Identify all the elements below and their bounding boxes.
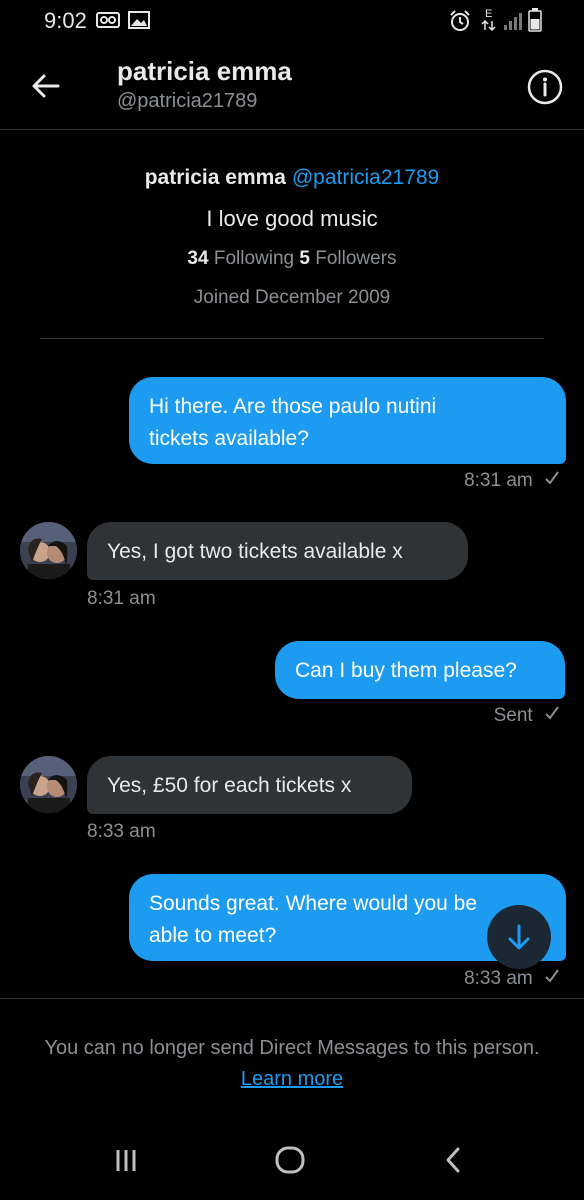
message-bubble-incoming[interactable]: Yes, I got two tickets available x (87, 522, 468, 580)
header-name[interactable]: patricia emma (117, 56, 292, 87)
message-text: Yes, £50 for each tickets x (107, 774, 352, 797)
home-icon (275, 1146, 305, 1174)
signal-icon (502, 10, 524, 37)
read-check-icon (544, 705, 560, 727)
message-text: Sounds great. Where would you be (149, 892, 478, 915)
message-time: 8:31 am (87, 588, 156, 609)
battery-icon (528, 8, 542, 37)
profile-handle: @patricia21789 (291, 166, 440, 189)
avatar[interactable] (20, 756, 77, 813)
following-label: Following (213, 248, 295, 269)
profile-summary[interactable]: patricia emma @patricia21789 I love good… (40, 130, 544, 339)
message-text: tickets available? (149, 427, 309, 450)
message-text: Yes, I got two tickets available x (107, 540, 403, 563)
notice-message: You can no longer send Direct Messages t… (44, 1037, 540, 1059)
message-text: Can I buy them please? (295, 659, 517, 682)
message-meta: Sent (494, 705, 560, 727)
conversation-header: patricia emma @patricia21789 (0, 44, 584, 130)
learn-more-link[interactable]: Learn more (241, 1068, 343, 1090)
info-button[interactable] (526, 68, 564, 106)
arrow-left-icon (32, 74, 60, 98)
followers-label: Followers (315, 248, 397, 269)
message-bubble-outgoing[interactable]: Hi there. Are those paulo nutini tickets… (129, 377, 566, 464)
message-meta: 8:33 am (464, 968, 560, 990)
message-time: 8:33 am (87, 821, 156, 842)
svg-text:E: E (485, 8, 492, 20)
dm-disabled-notice: You can no longer send Direct Messages t… (0, 998, 584, 1118)
gallery-icon (128, 10, 150, 35)
avatar[interactable] (20, 522, 77, 579)
message-bubble-outgoing[interactable]: Can I buy them please? (275, 641, 565, 699)
status-bar: 9:02 E (0, 0, 584, 44)
chevron-left-icon (446, 1147, 460, 1173)
notice-text: You can no longer send Direct Messages t… (40, 1033, 544, 1095)
info-icon (527, 69, 563, 105)
alarm-icon (448, 10, 472, 37)
message-time: 8:33 am (464, 968, 533, 989)
message-meta: 8:31 am (464, 470, 560, 492)
read-check-icon (544, 470, 560, 492)
arrow-down-icon (508, 924, 530, 950)
scroll-to-bottom-button[interactable] (487, 905, 551, 969)
system-nav-bar (0, 1120, 584, 1200)
read-check-icon (544, 968, 560, 990)
followers-count: 5 (299, 248, 310, 269)
message-status: Sent (493, 705, 533, 726)
status-time: 9:02 (44, 8, 87, 33)
profile-joined: Joined December 2009 (193, 287, 391, 308)
profile-stats: 34 Following 5 Followers (40, 248, 544, 270)
header-handle[interactable]: @patricia21789 (117, 90, 257, 113)
recent-apps-button[interactable] (96, 1140, 156, 1180)
home-button[interactable] (260, 1140, 320, 1180)
message-text: Hi there. Are those paulo nutini (149, 395, 437, 418)
profile-name-line: patricia emma @patricia21789 (40, 166, 544, 190)
message-time: 8:31 am (464, 470, 533, 491)
back-button[interactable] (26, 66, 66, 106)
message-bubble-incoming[interactable]: Yes, £50 for each tickets x (87, 756, 412, 814)
voicemail-icon (96, 10, 120, 35)
profile-bio: I love good music (206, 206, 378, 231)
profile-name: patricia emma (144, 166, 286, 189)
back-nav-button[interactable] (424, 1140, 484, 1180)
following-count: 34 (187, 248, 209, 269)
recent-apps-icon (116, 1150, 136, 1171)
data-e-icon: E (481, 6, 497, 37)
